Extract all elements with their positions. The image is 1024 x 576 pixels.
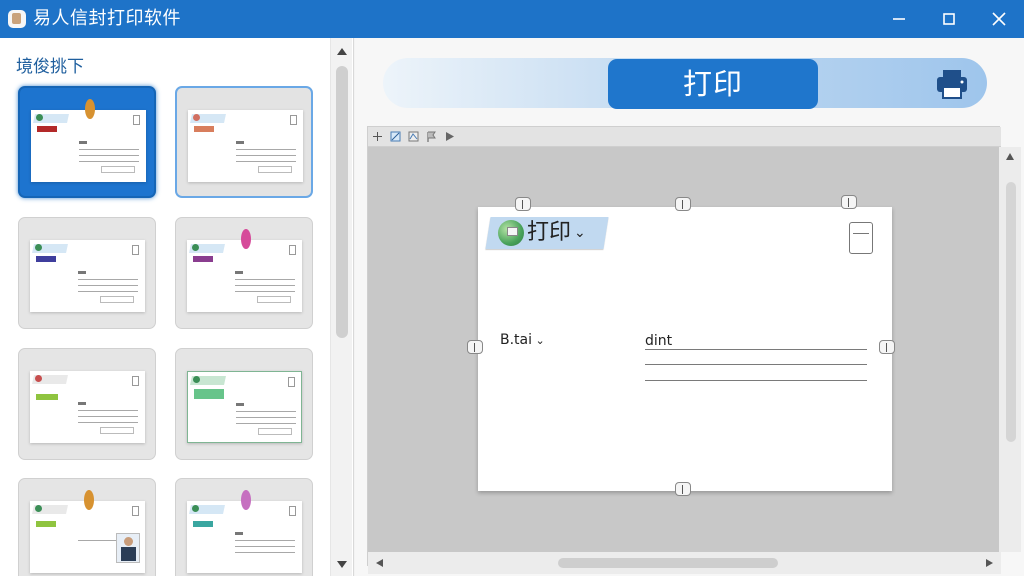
minimize-icon — [893, 18, 905, 20]
template-list: 境俊挑下 — [0, 38, 330, 576]
template-thumbnail-4[interactable] — [175, 217, 313, 329]
envelope-print-menu[interactable]: 打印 ⌄ — [498, 217, 586, 249]
chevron-down-icon: ⌄ — [574, 225, 586, 241]
envelope-thumbnail — [30, 371, 145, 443]
scroll-left-icon[interactable] — [374, 558, 384, 568]
pin-icon — [84, 490, 94, 510]
pin-icon — [85, 99, 95, 119]
preview-horizontal-scrollbar[interactable] — [368, 552, 1001, 574]
template-thumbnail-7[interactable] — [18, 478, 156, 576]
scroll-thumb[interactable] — [336, 66, 348, 338]
add-icon[interactable] — [371, 130, 384, 143]
template-thumbnail-1[interactable] — [18, 86, 156, 198]
envelope-thumbnail — [31, 99, 146, 182]
play-icon[interactable] — [443, 130, 456, 143]
maximize-icon — [943, 13, 955, 25]
flag-icon[interactable] — [425, 130, 438, 143]
resize-handle[interactable] — [515, 197, 531, 211]
resize-handle[interactable] — [879, 340, 895, 354]
title-bar: 易人信封打印软件 — [0, 0, 1024, 38]
address-line — [645, 380, 867, 381]
stamp-box[interactable] — [849, 222, 873, 254]
minimize-button[interactable] — [876, 0, 922, 38]
maximize-button[interactable] — [926, 0, 972, 38]
envelope-thumbnail — [187, 229, 302, 312]
envelope-canvas[interactable]: 打印 ⌄ B.tai ⌄ dint — [467, 195, 895, 496]
scroll-up-icon[interactable] — [336, 46, 348, 58]
scroll-thumb[interactable] — [558, 558, 778, 568]
template-sidebar: 境俊挑下 — [0, 38, 354, 576]
scroll-right-icon[interactable] — [985, 558, 995, 568]
preview-vertical-scrollbar[interactable] — [999, 147, 1021, 552]
template-thumbnail-6[interactable] — [175, 348, 313, 460]
envelope-thumbnail — [30, 490, 145, 573]
edit-icon[interactable] — [389, 130, 402, 143]
envelope-thumbnail — [30, 240, 145, 312]
envelope-icon — [498, 220, 524, 246]
recipient-label[interactable]: dint — [645, 333, 672, 349]
sender-label[interactable]: B.tai ⌄ — [500, 332, 545, 348]
template-thumbnail-3[interactable] — [18, 217, 156, 329]
sidebar-title: 境俊挑下 — [16, 57, 84, 77]
address-line — [645, 364, 867, 365]
resize-handle[interactable] — [467, 340, 483, 354]
print-button[interactable]: 打印 — [608, 59, 818, 109]
preview-toolbar — [368, 127, 1001, 147]
envelope-print-label: 打印 — [527, 220, 572, 245]
envelope-thumbnail — [188, 110, 303, 182]
template-thumbnail-8[interactable] — [175, 478, 313, 576]
main-panel: 打印 打印 ⌄ B.tai ⌄ dint — [355, 38, 1024, 576]
envelope-thumbnail — [187, 490, 302, 573]
avatar — [116, 533, 140, 563]
pin-icon — [241, 229, 251, 249]
close-icon — [992, 12, 1006, 26]
sidebar-scrollbar[interactable] — [330, 38, 352, 576]
template-thumbnail-5[interactable] — [18, 348, 156, 460]
layout-icon[interactable] — [407, 130, 420, 143]
address-line — [645, 349, 867, 350]
envelope-thumbnail — [187, 371, 302, 443]
resize-handle[interactable] — [675, 482, 691, 496]
app-window: 易人信封打印软件 境俊挑下 打印 打印 ⌄ B.tai ⌄ dint — [0, 0, 1024, 576]
scroll-thumb[interactable] — [1006, 182, 1016, 442]
template-thumbnail-2[interactable] — [175, 86, 313, 198]
printer-icon[interactable] — [934, 67, 970, 101]
pin-icon — [241, 490, 251, 510]
resize-handle[interactable] — [675, 197, 691, 211]
scroll-up-icon[interactable] — [1005, 152, 1015, 162]
scroll-down-icon[interactable] — [336, 558, 348, 570]
window-title: 易人信封打印软件 — [33, 8, 181, 29]
envelope-preview: 打印 ⌄ B.tai ⌄ dint — [367, 126, 1021, 574]
resize-handle[interactable] — [841, 195, 857, 209]
close-button[interactable] — [976, 0, 1022, 38]
app-icon — [8, 10, 26, 28]
